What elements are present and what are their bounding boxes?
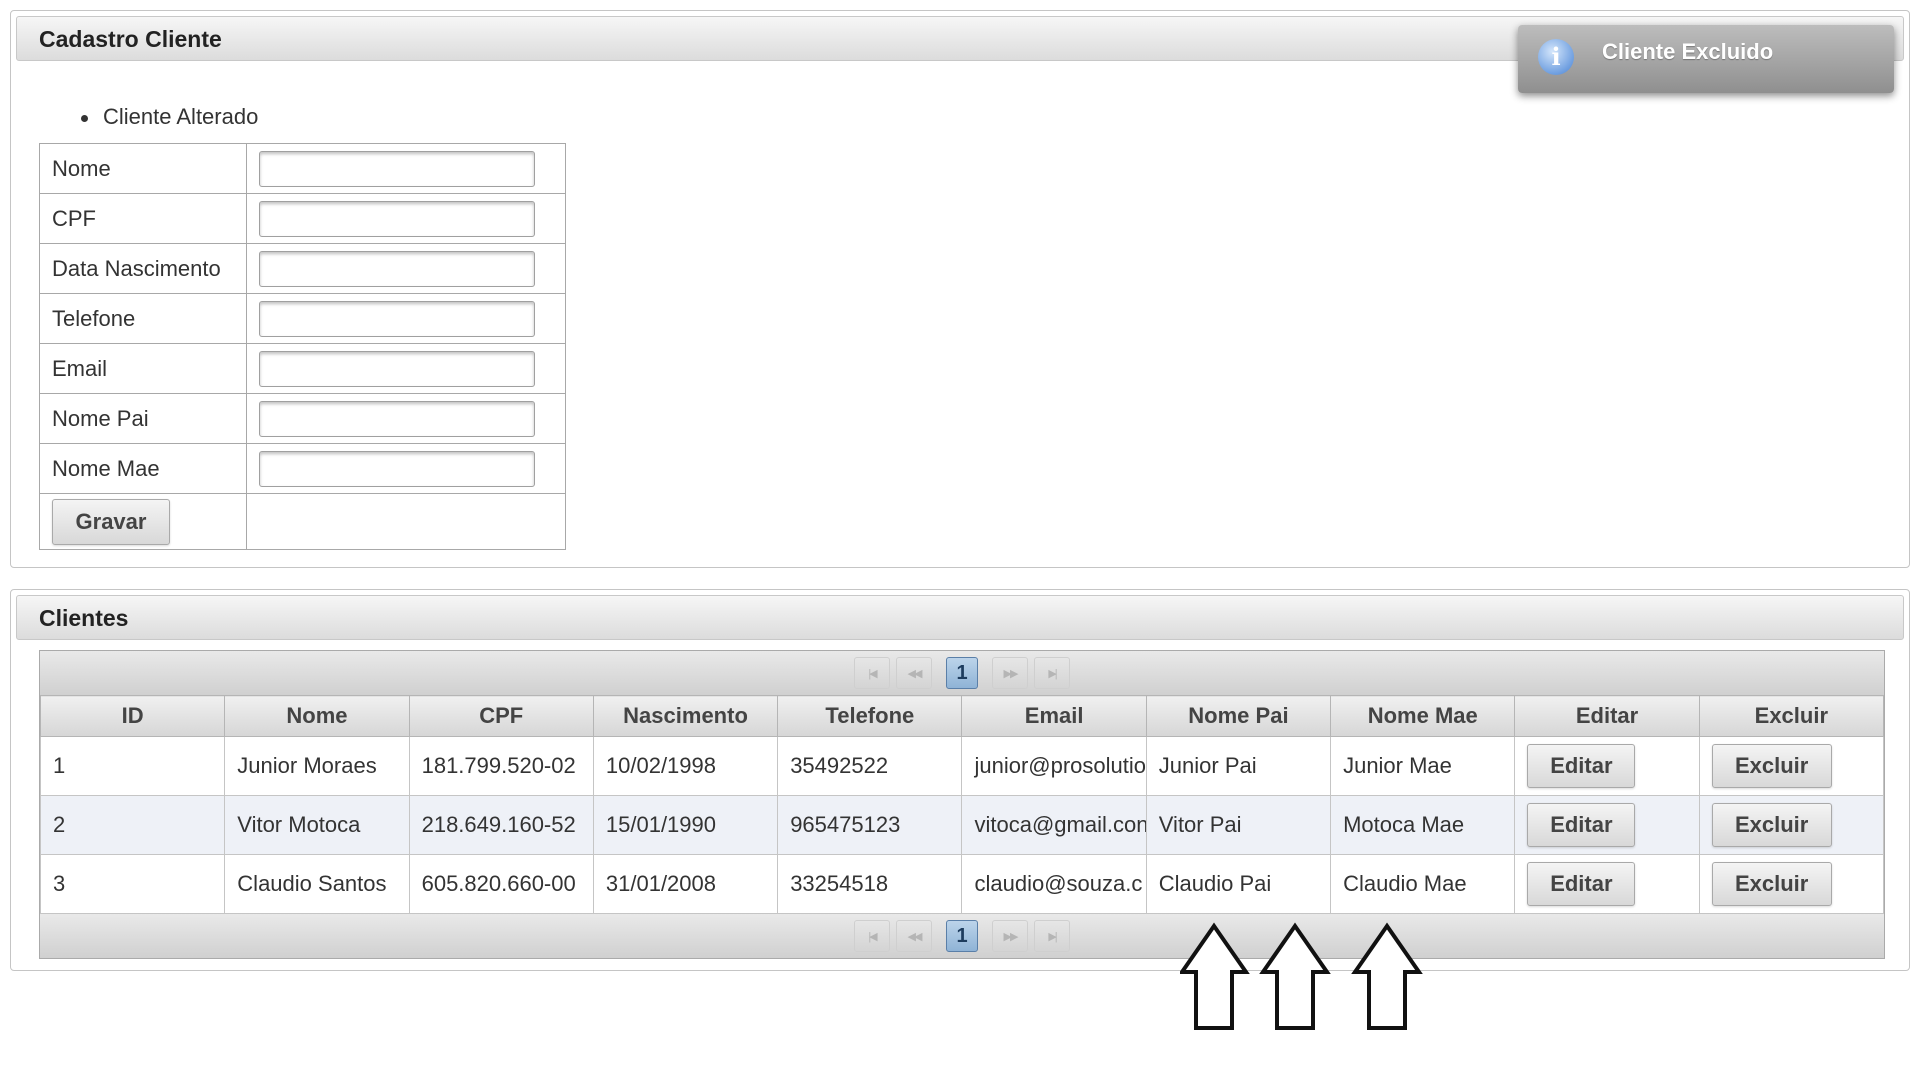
cell-id: 3	[39, 854, 226, 914]
cell-telefone: 35492522	[777, 736, 963, 796]
cell-nome-mae: Junior Mae	[1330, 736, 1516, 796]
cadastro-cliente-panel: Cadastro Cliente Cliente Alterado Nome C…	[10, 10, 1910, 568]
first-page-icon[interactable]: |◀	[854, 920, 890, 952]
prev-page-icon[interactable]: ◀◀	[896, 920, 932, 952]
col-excluir: Excluir	[1698, 695, 1885, 737]
data-nascimento-label: Data Nascimento	[39, 243, 247, 294]
first-page-icon[interactable]: |◀	[854, 657, 890, 689]
editar-button[interactable]: Editar	[1527, 744, 1636, 788]
bullet-icon	[81, 114, 88, 122]
cell-email: claudio@souza.c	[961, 854, 1147, 914]
cell-cpf: 181.799.520-02	[408, 736, 594, 796]
col-cpf[interactable]: CPF	[408, 695, 594, 737]
paginator-bottom: |◀ ◀◀ 1 ▶▶ ▶|	[40, 914, 1884, 958]
col-editar: Editar	[1514, 695, 1700, 737]
nome-input[interactable]	[259, 150, 535, 187]
table-row: 3 Claudio Santos 605.820.660-00 31/01/20…	[39, 854, 1885, 914]
growl-message: Cliente Excluido	[1602, 39, 1774, 64]
cell-nascimento: 31/01/2008	[592, 854, 779, 914]
col-telefone[interactable]: Telefone	[777, 695, 963, 737]
cell-nome-pai: Vitor Pai	[1145, 795, 1332, 855]
prev-page-icon[interactable]: ◀◀	[896, 657, 932, 689]
last-page-icon[interactable]: ▶|	[1034, 920, 1070, 952]
paginator-top: |◀ ◀◀ 1 ▶▶ ▶|	[40, 651, 1884, 695]
page-number-1[interactable]: 1	[946, 920, 978, 952]
nome-mae-label: Nome Mae	[39, 443, 247, 494]
last-page-icon[interactable]: ▶|	[1034, 657, 1070, 689]
table-row: 2 Vitor Motoca 218.649.160-52 15/01/1990…	[39, 795, 1885, 855]
cpf-label: CPF	[39, 193, 247, 244]
cell-cpf: 605.820.660-00	[408, 854, 594, 914]
cell-nome: Vitor Motoca	[224, 795, 410, 855]
cpf-input[interactable]	[259, 200, 535, 237]
clientes-table: ID Nome CPF Nascimento Telefone Email No…	[39, 695, 1885, 914]
empty-cell	[246, 493, 566, 550]
cell-telefone: 965475123	[777, 795, 963, 855]
clientes-panel: Clientes |◀ ◀◀ 1 ▶▶ ▶| ID Nome CPF Nasci…	[10, 589, 1910, 971]
col-email[interactable]: Email	[961, 695, 1147, 737]
telefone-label: Telefone	[39, 293, 247, 344]
up-arrow-icon	[1351, 922, 1423, 1030]
message-text: Cliente Alterado	[103, 104, 259, 129]
cell-email: vitoca@gmail.con	[961, 795, 1147, 855]
col-nome-pai[interactable]: Nome Pai	[1145, 695, 1332, 737]
cell-id: 1	[39, 736, 226, 796]
nome-pai-label: Nome Pai	[39, 393, 247, 444]
col-nome[interactable]: Nome	[224, 695, 410, 737]
email-input[interactable]	[259, 350, 535, 387]
info-icon: i	[1538, 39, 1574, 75]
col-id[interactable]: ID	[39, 695, 226, 737]
up-arrow-icon	[1259, 922, 1331, 1030]
cell-nome-mae: Motoca Mae	[1330, 795, 1516, 855]
page-number-1[interactable]: 1	[946, 657, 978, 689]
excluir-button[interactable]: Excluir	[1711, 862, 1832, 906]
annotation-arrows	[1180, 922, 1423, 1030]
editar-button[interactable]: Editar	[1527, 803, 1636, 847]
col-nascimento[interactable]: Nascimento	[592, 695, 779, 737]
gravar-button[interactable]: Gravar	[52, 498, 170, 545]
excluir-button[interactable]: Excluir	[1711, 803, 1832, 847]
cell-nome-pai: Junior Pai	[1145, 736, 1332, 796]
next-page-icon[interactable]: ▶▶	[992, 920, 1028, 952]
up-arrow-icon	[1180, 922, 1250, 1030]
cell-email: junior@prosolutio	[961, 736, 1147, 796]
cell-nascimento: 15/01/1990	[592, 795, 779, 855]
excluir-button[interactable]: Excluir	[1711, 744, 1832, 788]
cell-nome-pai: Claudio Pai	[1145, 854, 1332, 914]
cell-nascimento: 10/02/1998	[592, 736, 779, 796]
cell-cpf: 218.649.160-52	[408, 795, 594, 855]
nome-mae-input[interactable]	[259, 450, 535, 487]
editar-button[interactable]: Editar	[1527, 862, 1636, 906]
col-nome-mae[interactable]: Nome Mae	[1330, 695, 1516, 737]
messages: Cliente Alterado	[81, 104, 258, 130]
email-label: Email	[39, 343, 247, 394]
nome-label: Nome	[39, 143, 247, 194]
data-nascimento-input[interactable]	[259, 250, 535, 287]
cell-nome-mae: Claudio Mae	[1330, 854, 1516, 914]
growl-notification: i Cliente Excluido	[1518, 25, 1894, 93]
cadastro-form: Nome CPF Data Nascimento Telefone Email …	[39, 143, 566, 550]
cell-id: 2	[39, 795, 226, 855]
next-page-icon[interactable]: ▶▶	[992, 657, 1028, 689]
cell-telefone: 33254518	[777, 854, 963, 914]
cell-nome: Claudio Santos	[224, 854, 410, 914]
cell-nome: Junior Moraes	[224, 736, 410, 796]
nome-pai-input[interactable]	[259, 400, 535, 437]
table-row: 1 Junior Moraes 181.799.520-02 10/02/199…	[39, 736, 1885, 796]
clientes-header: Clientes	[16, 595, 1904, 640]
clientes-datatable: |◀ ◀◀ 1 ▶▶ ▶| ID Nome CPF Nascimento Tel…	[39, 650, 1885, 959]
telefone-input[interactable]	[259, 300, 535, 337]
